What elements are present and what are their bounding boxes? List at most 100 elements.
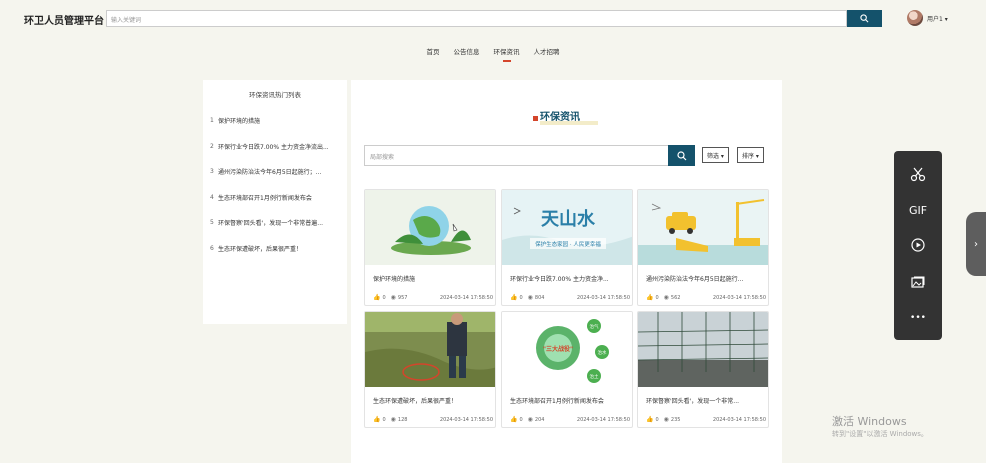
card2-art-subtitle: 保护生态家园 · 人民更幸福 (535, 240, 601, 248)
card-image (638, 190, 768, 265)
card-date: 2024-03-14 17:58:50 (576, 416, 630, 423)
hot-item-label: 环保行业今日跌7.00% 主力资金净流出... (218, 143, 329, 151)
news-card[interactable]: 通州污染防治法今年6月5日起施行... 👍 0 ◉ 562 2024-03-14 1… (637, 189, 769, 306)
nav-home[interactable]: 首页 (425, 46, 442, 56)
hot-item-label: 保护环境的措施 (218, 118, 261, 126)
hot-list-item[interactable]: 4 生态环境部召开1月例行新闻发布会 (203, 185, 347, 211)
hot-list-item[interactable]: 5 环保督察'回头看'，发现一个非常普遍... (203, 210, 347, 236)
user-menu[interactable]: 用户1 ▾ (907, 10, 948, 26)
thumbs-up-icon: 👍 (510, 294, 518, 301)
card-title: 环保督察'回头看'，发现一个非常... (646, 398, 740, 405)
scissors-icon (910, 167, 926, 182)
card-meta: 👍 0 ◉ 562 2024-03-14 17:58:50 (646, 294, 766, 301)
card5-art-center: "三大战役" (543, 345, 573, 353)
card-date: 2024-03-14 17:58:50 (439, 416, 493, 423)
image-button[interactable] (894, 268, 942, 296)
global-search-input[interactable]: 输入关键词 (106, 10, 847, 27)
news-card[interactable]: "三大战役" 治气 治水 治土 生态环境部召开1月例行新闻发布会 👍 0 ◉ 204… (501, 311, 633, 428)
hot-item-label: 通州污染防治法今年6月5日起施行；... (218, 169, 322, 177)
like-count: 0 (519, 294, 523, 301)
record-button[interactable] (894, 231, 942, 259)
filter-dropdown[interactable]: 筛选 ▾ (702, 147, 729, 163)
nav-notices[interactable]: 公告信息 (452, 46, 482, 56)
eye-icon: ◉ (663, 416, 669, 423)
hot-list-item[interactable]: 1 保护环境的措施 (203, 108, 347, 134)
card-date: 2024-03-14 17:58:50 (576, 294, 630, 301)
more-button[interactable]: ••• (894, 304, 942, 332)
hot-list-sidebar: 环保资讯热门列表 1 保护环境的措施 2 环保行业今日跌7.00% 主力资金净流出.… (203, 80, 347, 324)
hot-item-label: 生态环境部召开1月例行新闻发布会 (218, 194, 312, 202)
view-count: 128 (397, 416, 408, 423)
view-count: 204 (534, 416, 545, 423)
view-count: 957 (397, 294, 408, 301)
hot-item-number: 4 (210, 193, 214, 201)
floating-toolbar: GIF ••• (894, 151, 942, 340)
news-card[interactable]: 环保督察'回头看'，发现一个非常... 👍 0 ◉ 235 2024-03-14 1… (637, 311, 769, 428)
hot-item-number: 5 (210, 219, 214, 227)
page-title: 环保资讯 (540, 112, 580, 123)
card5-art-tag-1: 治气 (590, 323, 599, 330)
user-name: 用户1 ▾ (927, 15, 948, 23)
search-icon (860, 14, 869, 23)
card-image: "三大战役" 治气 治水 治土 (502, 312, 632, 387)
expand-tab[interactable]: › (966, 212, 986, 276)
view-count: 804 (534, 294, 545, 301)
top-bar: 环卫人员管理平台 输入关键词 用户1 ▾ 首页 公告信息 环保资讯 人才招聘 (0, 0, 986, 72)
card-title: 生态环境部召开1月例行新闻发布会 (510, 398, 604, 405)
card-title: 环保行业今日跌7.00% 主力资金净... (510, 276, 609, 283)
like-count: 0 (655, 294, 659, 301)
card-image (365, 190, 495, 265)
card-meta: 👍 0 ◉ 204 2024-03-14 17:58:50 (510, 416, 630, 423)
card-title: 生态环保遭破坏，后果很严重！ (373, 398, 458, 405)
eye-icon: ◉ (390, 294, 396, 301)
card-meta: 👍 0 ◉ 804 2024-03-14 17:58:50 (510, 294, 630, 301)
nav-recruitment[interactable]: 人才招聘 (532, 46, 562, 56)
card-image (365, 312, 495, 387)
card-date: 2024-03-14 17:58:50 (439, 294, 493, 301)
card2-art-title: 天山水 (541, 208, 596, 230)
card-meta: 👍 0 ◉ 957 2024-03-14 17:58:50 (373, 294, 493, 301)
brand-title: 环卫人员管理平台 (24, 16, 104, 27)
like-count: 0 (382, 416, 386, 423)
local-search-input[interactable]: 局部搜索 (364, 145, 669, 166)
like-count: 0 (655, 416, 659, 423)
hot-list-item[interactable]: 6 生态环保遭破坏，后果很严重！ (203, 236, 347, 262)
image-icon (911, 276, 925, 288)
hot-item-label: 环保督察'回头看'，发现一个非常普遍... (218, 220, 324, 228)
hot-item-number: 1 (210, 117, 214, 125)
hot-list-item[interactable]: 2 环保行业今日跌7.00% 主力资金净流出... (203, 134, 347, 160)
thumbs-up-icon: 👍 (646, 294, 654, 301)
activate-windows-hint: 转到"设置"以激活 Windows。 (832, 430, 928, 438)
hot-item-number: 2 (210, 142, 214, 150)
hot-item-number: 3 (210, 168, 214, 176)
card-image: 天山水 保护生态家园 · 人民更幸福 (502, 190, 632, 265)
thumbs-up-icon: 👍 (510, 416, 518, 423)
card5-art-tag-2: 治水 (598, 349, 607, 356)
hot-list-title: 环保资讯热门列表 (249, 91, 301, 99)
gif-button[interactable]: GIF (894, 196, 942, 224)
card-meta: 👍 0 ◉ 235 2024-03-14 17:58:50 (646, 416, 766, 423)
card-date: 2024-03-14 17:58:50 (712, 416, 766, 423)
thumbs-up-icon: 👍 (373, 416, 381, 423)
news-card[interactable]: 天山水 保护生态家园 · 人民更幸福 环保行业今日跌7.00% 主力资金净...… (501, 189, 633, 306)
news-card[interactable]: 保护环境的措施 👍 0 ◉ 957 2024-03-14 17:58:50 (364, 189, 496, 306)
card-title: 保护环境的措施 (373, 276, 416, 283)
eye-icon: ◉ (390, 416, 396, 423)
card-image (638, 312, 768, 387)
hot-item-number: 6 (210, 244, 214, 252)
local-search-button[interactable] (668, 145, 695, 166)
main-nav: 首页 公告信息 环保资讯 人才招聘 (0, 46, 986, 62)
nav-env-news[interactable]: 环保资讯 (492, 46, 522, 62)
global-search-button[interactable] (847, 10, 882, 27)
like-count: 0 (519, 416, 523, 423)
view-count: 562 (670, 294, 681, 301)
news-card[interactable]: 生态环保遭破坏，后果很严重！ 👍 0 ◉ 128 2024-03-14 17:58:… (364, 311, 496, 428)
scissors-button[interactable] (894, 160, 942, 188)
title-flag-icon (533, 116, 538, 121)
sort-dropdown[interactable]: 排序 ▾ (737, 147, 764, 163)
thumbs-up-icon: 👍 (646, 416, 654, 423)
thumbs-up-icon: 👍 (373, 294, 381, 301)
hot-list-item[interactable]: 3 通州污染防治法今年6月5日起施行；... (203, 159, 347, 185)
record-icon (911, 238, 925, 252)
view-count: 235 (670, 416, 681, 423)
